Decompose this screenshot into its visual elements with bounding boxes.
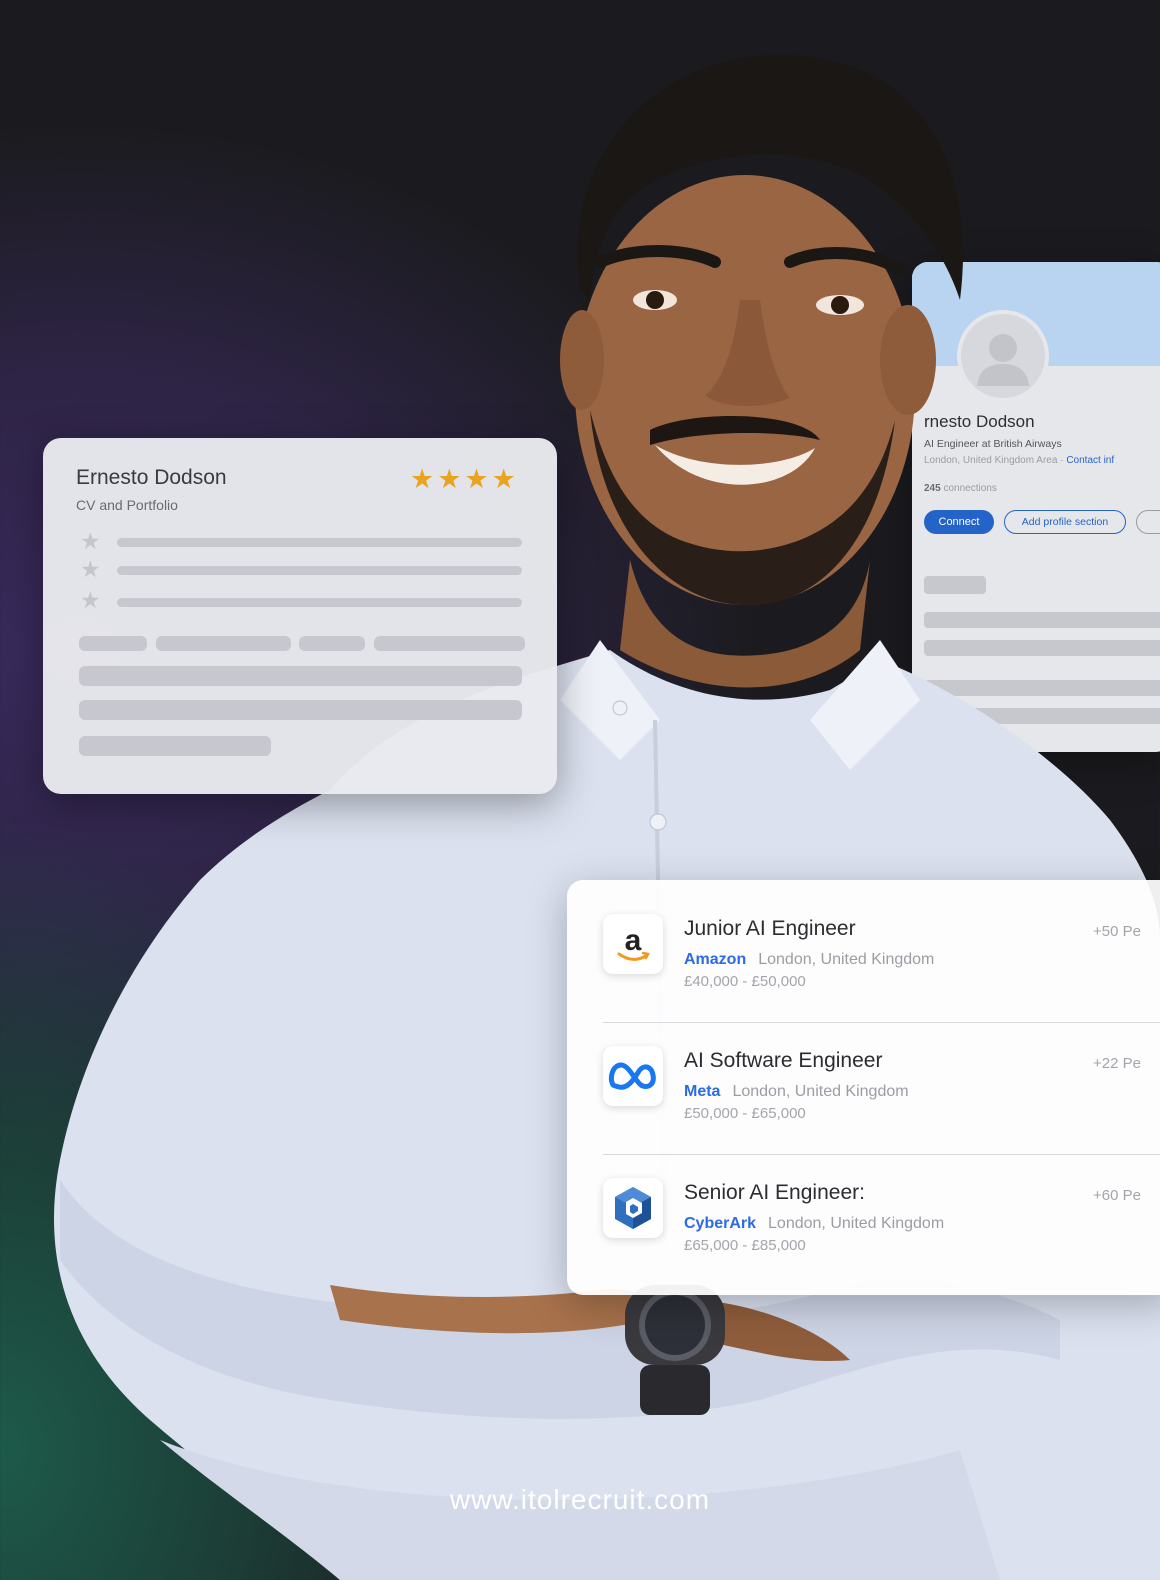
profile-location-separator: · xyxy=(1057,455,1067,466)
job-salary: £40,000 - £50,000 xyxy=(684,973,806,990)
svg-text:a: a xyxy=(625,924,642,957)
avatar-placeholder-icon xyxy=(957,310,1049,402)
job-list-item[interactable]: a Junior AI Engineer Amazon London, Unite… xyxy=(567,880,1160,1012)
placeholder-bar xyxy=(924,640,1160,656)
job-title[interactable]: AI Software Engineer xyxy=(684,1049,882,1073)
connect-button[interactable]: Connect xyxy=(924,510,994,534)
placeholder-bar xyxy=(924,576,986,594)
profile-headline: AI Engineer at British Airways xyxy=(924,438,1062,450)
placeholder-tag xyxy=(156,636,291,651)
job-salary: £50,000 - £65,000 xyxy=(684,1105,806,1122)
job-list-item[interactable]: Senior AI Engineer: CyberArk London, Unit… xyxy=(567,1144,1160,1276)
company-name[interactable]: Meta xyxy=(684,1083,720,1100)
placeholder-block xyxy=(79,700,522,720)
job-applicants: +50 Pe xyxy=(1093,923,1141,940)
job-list-item[interactable]: AI Software Engineer Meta London, United … xyxy=(567,1012,1160,1144)
website-url[interactable]: www.itolrecruit.com xyxy=(0,1484,1160,1516)
add-profile-section-button[interactable]: Add profile section xyxy=(1004,510,1126,534)
job-company-link[interactable]: CyberArk London, United Kingdom xyxy=(684,1215,944,1233)
placeholder-tag xyxy=(299,636,365,651)
job-list-card: a Junior AI Engineer Amazon London, Unite… xyxy=(567,880,1160,1295)
placeholder-bar xyxy=(924,708,1160,724)
connections-count: 245 xyxy=(924,483,941,494)
more-button[interactable] xyxy=(1136,510,1160,534)
profile-card: rnesto Dodson AI Engineer at British Air… xyxy=(912,262,1160,752)
placeholder-line xyxy=(117,566,522,575)
company-name[interactable]: Amazon xyxy=(684,951,746,968)
star-icon: ★ xyxy=(80,556,101,582)
placeholder-line xyxy=(117,538,522,547)
cyberark-logo-icon xyxy=(603,1178,663,1238)
amazon-logo-icon: a xyxy=(603,914,663,974)
cv-card[interactable]: Ernesto Dodson CV and Portfolio ★★★★ ★ ★… xyxy=(43,438,557,794)
job-location: London, United Kingdom xyxy=(768,1215,945,1232)
placeholder-bar xyxy=(924,680,1160,696)
star-icon: ★ xyxy=(80,587,101,613)
company-name[interactable]: CyberArk xyxy=(684,1215,756,1232)
cv-subtitle: CV and Portfolio xyxy=(76,497,178,513)
star-icon: ★ xyxy=(80,528,101,554)
job-company-link[interactable]: Meta London, United Kingdom xyxy=(684,1083,909,1101)
job-title[interactable]: Junior AI Engineer xyxy=(684,917,856,941)
placeholder-line xyxy=(117,598,522,607)
profile-location: London, United Kingdom Area · Contact in… xyxy=(924,455,1114,466)
placeholder-tag xyxy=(374,636,525,651)
placeholder-block xyxy=(79,666,522,686)
placeholder-tag xyxy=(79,636,147,651)
cv-candidate-name: Ernesto Dodson xyxy=(76,466,227,489)
profile-name: rnesto Dodson xyxy=(924,412,1035,431)
job-salary: £65,000 - £85,000 xyxy=(684,1237,806,1254)
meta-logo-icon xyxy=(603,1046,663,1106)
placeholder-block xyxy=(79,736,271,756)
job-applicants: +60 Pe xyxy=(1093,1187,1141,1204)
job-company-link[interactable]: Amazon London, United Kingdom xyxy=(684,951,934,969)
job-location: London, United Kingdom xyxy=(758,951,935,968)
profile-connections: 245 connections xyxy=(924,483,997,494)
job-title[interactable]: Senior AI Engineer: xyxy=(684,1181,865,1205)
rating-stars-icon: ★★★★ xyxy=(410,464,519,494)
job-location: London, United Kingdom xyxy=(732,1083,909,1100)
connections-label: connections xyxy=(940,483,997,494)
job-applicants: +22 Pe xyxy=(1093,1055,1141,1072)
profile-location-text: London, United Kingdom Area xyxy=(924,455,1058,466)
contact-info-link[interactable]: Contact inf xyxy=(1066,455,1114,466)
placeholder-bar xyxy=(924,612,1160,628)
